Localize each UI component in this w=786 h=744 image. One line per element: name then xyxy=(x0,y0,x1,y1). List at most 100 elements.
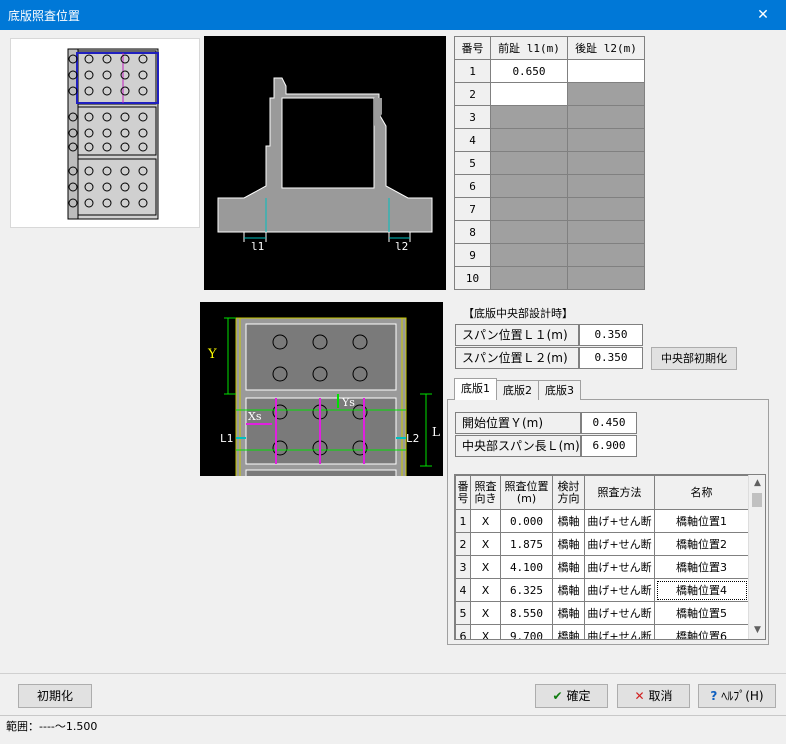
back-toe-cell[interactable] xyxy=(567,59,645,83)
front-toe-cell[interactable] xyxy=(490,82,568,106)
col-header-number: 番号 xyxy=(454,36,491,60)
back-toe-cell[interactable] xyxy=(567,220,645,244)
back-toe-cell[interactable] xyxy=(567,105,645,129)
start-y-input[interactable]: 0.450 xyxy=(581,412,637,434)
row-number: 7 xyxy=(454,197,491,221)
x-icon: ✕ xyxy=(634,689,645,703)
row-number: 2 xyxy=(455,532,471,556)
check-method-cell[interactable]: 曲げ+せん断 xyxy=(584,555,655,579)
overview-thumbnail xyxy=(10,38,200,228)
col-header-front: 前趾 l1(m) xyxy=(490,36,568,60)
check-position-cell[interactable]: 8.550 xyxy=(500,601,553,625)
name-cell[interactable]: 橋軸位置4 xyxy=(654,578,749,602)
check-position-cell[interactable]: 9.700 xyxy=(500,624,553,639)
center-span-input[interactable]: 6.900 xyxy=(581,435,637,457)
scroll-thumb[interactable] xyxy=(752,493,762,507)
row-number: 6 xyxy=(455,624,471,639)
span1-row: スパン位置Ｌ１(m) 0.350 xyxy=(455,324,643,346)
tab-slab2[interactable]: 底版2 xyxy=(496,380,539,400)
row-number: 9 xyxy=(454,243,491,267)
close-icon[interactable]: ✕ xyxy=(740,0,786,30)
check-position-cell[interactable]: 1.875 xyxy=(500,532,553,556)
help-button-label: ﾍﾙﾌﾟ(H) xyxy=(721,689,764,703)
table-row: 1 X 0.000 橋軸 曲げ+せん断 橋軸位置1 xyxy=(455,509,749,533)
check-direction-cell[interactable]: X xyxy=(470,601,501,625)
back-toe-cell[interactable] xyxy=(567,128,645,152)
center-init-button[interactable]: 中央部初期化 xyxy=(651,347,737,370)
study-direction-cell[interactable]: 橋軸 xyxy=(552,532,585,556)
study-direction-cell[interactable]: 橋軸 xyxy=(552,555,585,579)
row-number: 3 xyxy=(455,555,471,579)
study-direction-cell[interactable]: 橋軸 xyxy=(552,509,585,533)
front-toe-cell[interactable] xyxy=(490,174,568,198)
check-direction-cell[interactable]: X xyxy=(470,624,501,639)
name-cell[interactable]: 橋軸位置6 xyxy=(654,624,749,639)
plan-view-diagram: Y L L1 L2 Xs Ys xyxy=(200,302,443,481)
help-button[interactable]: ? ﾍﾙﾌﾟ(H) xyxy=(698,684,776,708)
back-toe-cell[interactable] xyxy=(567,243,645,267)
check-method-cell[interactable]: 曲げ+せん断 xyxy=(584,601,655,625)
center-span-row: 中央部スパン長Ｌ(m) 6.900 xyxy=(455,435,637,457)
question-icon: ? xyxy=(710,689,718,703)
name-cell[interactable]: 橋軸位置5 xyxy=(654,601,749,625)
back-toe-cell[interactable] xyxy=(567,174,645,198)
front-toe-cell[interactable] xyxy=(490,128,568,152)
table-row: 6 xyxy=(454,174,645,198)
span2-input[interactable]: 0.350 xyxy=(579,347,643,369)
window-title: 底版照査位置 xyxy=(8,9,81,23)
front-toe-cell[interactable] xyxy=(490,151,568,175)
study-direction-cell[interactable]: 橋軸 xyxy=(552,601,585,625)
back-toe-cell[interactable] xyxy=(567,266,645,290)
check-direction-cell[interactable]: X xyxy=(470,532,501,556)
study-direction-cell[interactable]: 橋軸 xyxy=(552,624,585,639)
col-header-number: 番号 xyxy=(455,475,471,510)
back-toe-cell[interactable] xyxy=(567,151,645,175)
tab-slab3[interactable]: 底版3 xyxy=(538,380,581,400)
span1-input[interactable]: 0.350 xyxy=(579,324,643,346)
check-method-cell[interactable]: 曲げ+せん断 xyxy=(584,509,655,533)
start-y-row: 開始位置Ｙ(m) 0.450 xyxy=(455,412,637,434)
name-cell[interactable]: 橋軸位置3 xyxy=(654,555,749,579)
back-toe-cell[interactable] xyxy=(567,197,645,221)
table-row: 8 xyxy=(454,220,645,244)
front-toe-cell[interactable] xyxy=(490,197,568,221)
front-toe-cell[interactable] xyxy=(490,105,568,129)
table-row: 3 X 4.100 橋軸 曲げ+せん断 橋軸位置3 xyxy=(455,555,749,579)
front-toe-cell[interactable]: 0.650 xyxy=(490,59,568,83)
check-direction-cell[interactable]: X xyxy=(470,578,501,602)
check-method-cell[interactable]: 曲げ+せん断 xyxy=(584,624,655,639)
front-toe-cell[interactable] xyxy=(490,266,568,290)
col-header-position: 照査位置(m) xyxy=(500,475,553,510)
status-text: 範囲：----～1.500 xyxy=(6,720,98,733)
check-position-cell[interactable]: 6.325 xyxy=(500,578,553,602)
cancel-button-label: 取消 xyxy=(648,689,673,703)
scroll-down-icon[interactable]: ▼ xyxy=(749,622,765,639)
check-direction-cell[interactable]: X xyxy=(470,509,501,533)
init-button[interactable]: 初期化 xyxy=(18,684,92,708)
row-number: 1 xyxy=(454,59,491,83)
ok-button[interactable]: ✔ 確定 xyxy=(535,684,608,708)
front-toe-cell[interactable] xyxy=(490,243,568,267)
name-cell[interactable]: 橋軸位置1 xyxy=(654,509,749,533)
l1-label: l1 xyxy=(251,240,264,253)
tab-slab1[interactable]: 底版1 xyxy=(454,378,497,400)
scroll-up-icon[interactable]: ▲ xyxy=(749,475,765,492)
divider xyxy=(0,673,786,674)
check-position-cell[interactable]: 0.000 xyxy=(500,509,553,533)
study-direction-cell[interactable]: 橋軸 xyxy=(552,578,585,602)
check-direction-cell[interactable]: X xyxy=(470,555,501,579)
name-cell[interactable]: 橋軸位置2 xyxy=(654,532,749,556)
row-number: 3 xyxy=(454,105,491,129)
check-icon: ✔ xyxy=(552,689,563,703)
front-toe-cell[interactable] xyxy=(490,220,568,244)
vertical-scrollbar[interactable]: ▲ ▼ xyxy=(748,475,765,639)
back-toe-cell[interactable] xyxy=(567,82,645,106)
l2-plan-label: L2 xyxy=(406,432,419,445)
table-row: 4 xyxy=(454,128,645,152)
start-y-label: 開始位置Ｙ(m) xyxy=(455,412,581,434)
check-method-cell[interactable]: 曲げ+せん断 xyxy=(584,532,655,556)
span1-label: スパン位置Ｌ１(m) xyxy=(455,324,579,346)
cancel-button[interactable]: ✕ 取消 xyxy=(617,684,690,708)
check-method-cell[interactable]: 曲げ+せん断 xyxy=(584,578,655,602)
check-position-cell[interactable]: 4.100 xyxy=(500,555,553,579)
